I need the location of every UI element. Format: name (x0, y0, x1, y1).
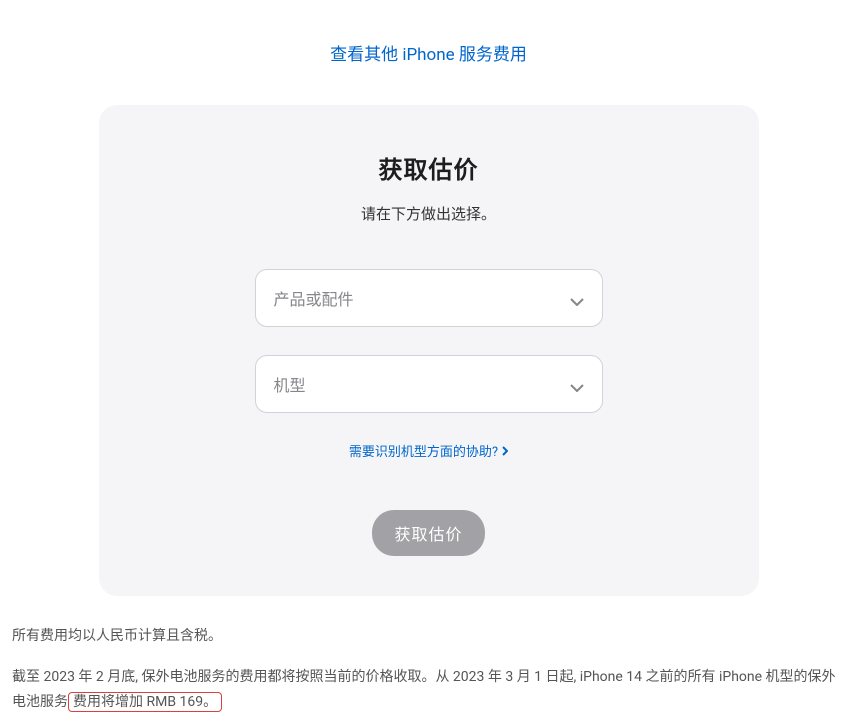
footer-line-2: 截至 2023 年 2 月底, 保外电池服务的费用都将按照当前的价格收取。从 2… (12, 665, 845, 715)
model-select-placeholder: 机型 (274, 372, 306, 396)
get-estimate-button[interactable]: 获取估价 (372, 510, 484, 556)
chevron-right-icon (502, 446, 508, 456)
footer-line-1: 所有费用均以人民币计算且含税。 (12, 624, 845, 649)
view-other-services-link[interactable]: 查看其他 iPhone 服务费用 (0, 40, 857, 65)
chevron-down-icon (570, 291, 584, 305)
product-select[interactable]: 产品或配件 (255, 269, 603, 327)
identify-model-help-link[interactable]: 需要识别机型方面的协助? (349, 441, 508, 460)
product-select-placeholder: 产品或配件 (274, 286, 354, 310)
footer-notes: 所有费用均以人民币计算且含税。 截至 2023 年 2 月底, 保外电池服务的费… (12, 624, 845, 716)
card-title: 获取估价 (139, 150, 719, 185)
card-subtitle: 请在下方做出选择。 (139, 203, 719, 224)
help-link-text: 需要识别机型方面的协助? (349, 441, 498, 460)
price-increase-highlight: 费用将增加 RMB 169。 (68, 692, 222, 712)
chevron-down-icon (570, 377, 584, 391)
model-select[interactable]: 机型 (255, 355, 603, 413)
estimate-card: 获取估价 请在下方做出选择。 产品或配件 机型 需要识别机型方面的协助? 获取估… (99, 105, 759, 596)
